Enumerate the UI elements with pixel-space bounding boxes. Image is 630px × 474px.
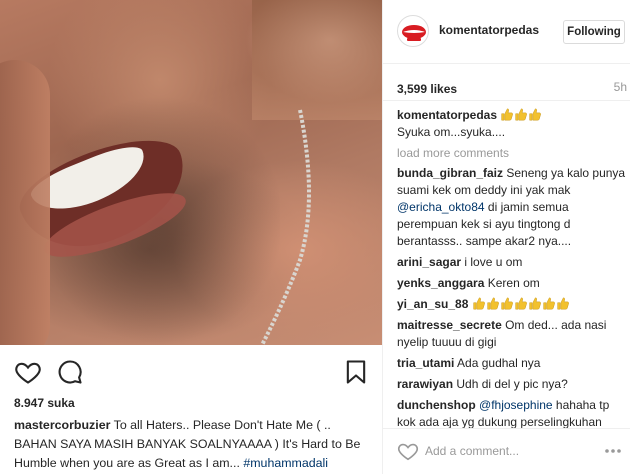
- post-actions: [0, 352, 382, 392]
- post-details-panel: komentatorpedas Following 3,599 likes 5h…: [382, 0, 630, 474]
- following-button[interactable]: Following: [563, 20, 625, 44]
- comment-mention[interactable]: @ericha_okto84: [397, 200, 485, 214]
- comment-username[interactable]: dunchenshop: [397, 398, 476, 412]
- thumbs-up-emoji: [515, 108, 528, 121]
- comment-item: rarawiyan Udh di del y pic nya?: [397, 376, 627, 393]
- comment-username[interactable]: arini_sagar: [397, 255, 461, 269]
- thumbs-up-emoji: [543, 297, 555, 310]
- add-comment-bar: [383, 428, 630, 474]
- lips-logo-icon: [402, 25, 426, 41]
- thumbs-up-emoji: [501, 297, 513, 310]
- post-header: komentatorpedas Following: [383, 0, 630, 64]
- comment-username[interactable]: maitresse_secrete: [397, 318, 502, 332]
- comment-username[interactable]: yenks_anggara: [397, 276, 484, 290]
- comment-item: tria_utami Ada gudhal nya: [397, 355, 627, 372]
- add-comment-input[interactable]: [425, 439, 585, 463]
- thumbs-up-emoji: [515, 297, 527, 310]
- comment-item: bunda_gibran_faiz Seneng ya kalo punya s…: [397, 165, 627, 250]
- post-time: 5h: [613, 80, 627, 94]
- bookmark-icon[interactable]: [342, 358, 370, 386]
- thumbs-up-emoji-group: [500, 108, 542, 122]
- heart-outline-icon[interactable]: [14, 358, 42, 386]
- likes-row: 3,599 likes 5h: [397, 80, 627, 98]
- post-media-panel: 8.947 suka mastercorbuzier To all Haters…: [0, 0, 382, 474]
- photo-necklace: [260, 109, 311, 345]
- thumbs-up-emoji: [487, 297, 499, 310]
- comment-item: arini_sagar i love u om: [397, 254, 627, 271]
- post-caption: mastercorbuzier To all Haters.. Please D…: [14, 416, 374, 473]
- divider: [383, 100, 630, 101]
- post-photo[interactable]: [0, 0, 382, 345]
- comment-item: maitresse_secrete Om ded... ada nasi nye…: [397, 317, 627, 351]
- thumbs-up-emoji: [529, 108, 542, 121]
- comment-username[interactable]: komentatorpedas: [397, 108, 497, 122]
- comment-username[interactable]: bunda_gibran_faiz: [397, 166, 503, 180]
- thumbs-up-emoji-group: [468, 297, 569, 311]
- more-options-icon[interactable]: [603, 441, 623, 461]
- comments-list: komentatorpedas Syuka om...syuka.... loa…: [397, 107, 627, 429]
- likes-count[interactable]: 3,599 likes: [397, 82, 457, 96]
- comment-item: dunchenshop @fhjosephine hahaha tp kok a…: [397, 397, 627, 429]
- comment-username[interactable]: yi_an_su_88: [397, 297, 468, 311]
- comment-mention[interactable]: @fhjosephine: [479, 398, 553, 412]
- comment-text: Ada gudhal nya: [454, 356, 541, 370]
- comment-username[interactable]: rarawiyan: [397, 377, 453, 391]
- caption-username[interactable]: mastercorbuzier: [14, 418, 110, 432]
- caption-hashtag[interactable]: #muhammadali: [243, 456, 328, 470]
- header-username[interactable]: komentatorpedas: [439, 23, 539, 37]
- speech-bubble-icon[interactable]: [56, 358, 84, 386]
- thumbs-up-emoji: [529, 297, 541, 310]
- comment-username[interactable]: tria_utami: [397, 356, 454, 370]
- thumbs-up-emoji: [557, 297, 569, 310]
- avatar[interactable]: [397, 15, 429, 47]
- like-count: 8.947 suka: [14, 396, 75, 410]
- comment-item: yenks_anggara Keren om: [397, 275, 627, 292]
- thumbs-up-emoji: [473, 297, 485, 310]
- thumbs-up-emoji: [501, 108, 514, 121]
- comment-item: yi_an_su_88: [397, 296, 627, 313]
- comment-text: i love u om: [461, 255, 523, 269]
- heart-outline-icon[interactable]: [397, 440, 419, 462]
- owner-comment: komentatorpedas Syuka om...syuka....: [397, 107, 627, 141]
- comment-text: Syuka om...syuka....: [397, 125, 506, 139]
- comment-text: Keren om: [484, 276, 540, 290]
- comment-text: Udh di del y pic nya?: [453, 377, 568, 391]
- load-more-comments-link[interactable]: load more comments: [397, 145, 627, 162]
